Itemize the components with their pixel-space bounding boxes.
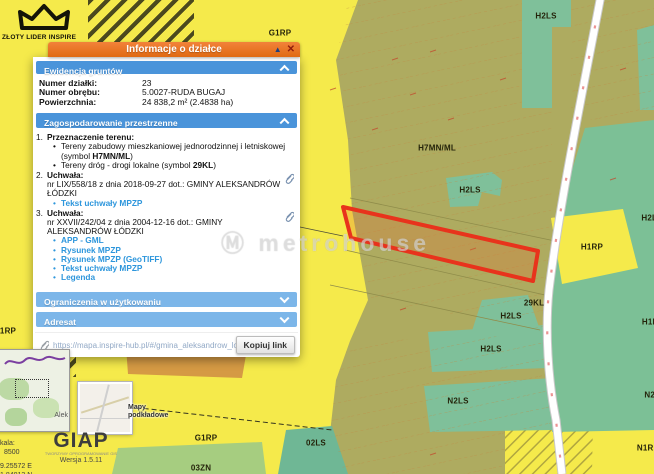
overview-minimap[interactable]: Alek bbox=[0, 349, 70, 432]
giap-logo: GIAP TWORZYMY OPROGRAMOWANIE GIS Wersja … bbox=[44, 431, 118, 465]
zone-label: 02LS bbox=[306, 439, 326, 448]
chevron-up-icon bbox=[280, 118, 290, 128]
parcel-info-popup: Informacje o działce ▲ ✕ Ewidencja grunt… bbox=[33, 42, 300, 357]
popup-title: Informacje o działce bbox=[48, 42, 300, 57]
ewidencja-fields: Numer działki: 23 Numer obrębu: 5.0027-R… bbox=[35, 76, 298, 111]
zone-label: H2LS bbox=[500, 312, 521, 321]
item-body: nr LIX/558/18 z dnia 2018-09-27 dot.: GM… bbox=[47, 180, 288, 198]
item-number: 3. bbox=[36, 209, 43, 218]
share-url-text: https://mapa.inspire-hub.pl/#/gmina_alek… bbox=[53, 341, 248, 350]
minimap-boundary-line bbox=[0, 350, 69, 380]
section-header-ewidencja[interactable]: Ewidencja gruntów bbox=[36, 61, 297, 74]
field-powierzchnia: Powierzchnia: 24 838,2 m² (2.4838 ha) bbox=[39, 98, 294, 107]
item-number: 1. bbox=[36, 133, 43, 142]
basemap-switcher-label: Mapy podkładowe bbox=[128, 404, 178, 420]
attachment-link-icon[interactable] bbox=[284, 210, 294, 222]
minimap-green-area bbox=[5, 408, 27, 426]
zone-label: N1RP bbox=[637, 444, 654, 453]
zone-label: H1RP bbox=[642, 318, 654, 327]
section-header-ograniczenia[interactable]: Ograniczenia w użytkowaniu bbox=[36, 292, 297, 307]
item-number: 2. bbox=[36, 171, 43, 180]
section-header-adresat[interactable]: Adresat bbox=[36, 312, 297, 327]
popup-body: Ewidencja gruntów Numer działki: 23 Nume… bbox=[33, 57, 300, 357]
zone-label: N2LS bbox=[644, 391, 654, 400]
attachment-link-icon[interactable] bbox=[284, 172, 294, 184]
zone-label: H2LS bbox=[535, 12, 556, 21]
bullet-line: Tereny dróg - drogi lokalne (symbol 29KL… bbox=[47, 161, 288, 170]
list-item-uchwala-2: 2. Uchwała: nr LIX/558/18 z dnia 2018-09… bbox=[47, 171, 288, 208]
popup-header[interactable]: Informacje o działce ▲ ✕ bbox=[48, 42, 300, 57]
chevron-down-icon bbox=[280, 293, 290, 303]
zagospodarowanie-list: 1. Przeznaczenie terenu: Tereny zabudowy… bbox=[35, 130, 298, 287]
list-item-przeznaczenie: 1. Przeznaczenie terenu: Tereny zabudowy… bbox=[47, 133, 288, 170]
field-value: 24 838,2 m² (2.4838 ha) bbox=[142, 98, 233, 107]
chevron-down-icon bbox=[280, 313, 290, 323]
zone-label: G1RP bbox=[269, 29, 292, 38]
section-header-zagospodarowanie[interactable]: Zagospodarowanie przestrzenne bbox=[36, 113, 297, 128]
bullet-line: Tereny zabudowy mieszkaniowej jednorodzi… bbox=[47, 142, 288, 160]
bullet-text: Tereny dróg - drogi lokalne (symbol bbox=[61, 160, 193, 170]
scale-label: kala: bbox=[0, 439, 32, 448]
zone-label: N2LS bbox=[447, 397, 468, 406]
section-title: Ewidencja gruntów bbox=[36, 66, 122, 76]
list-item-uchwala-3: 3. Uchwała: nr XXVII/242/04 z dnia 2004-… bbox=[47, 209, 288, 283]
close-popup-icon[interactable]: ✕ bbox=[287, 44, 295, 55]
basemap-switcher-thumbnail[interactable] bbox=[78, 382, 132, 434]
section-title: Ograniczenia w użytkowaniu bbox=[36, 297, 161, 307]
scale-and-coordinates: kala: 8500 9.25572 E 1.84013 N bbox=[0, 439, 32, 474]
section-title: Zagospodarowanie przestrzenne bbox=[36, 118, 178, 128]
scale-value: 8500 bbox=[0, 448, 32, 457]
map-application: G1RP H2LS H7MN/ML H2LS H2LS H1RP 29KL H2… bbox=[0, 0, 654, 474]
zone-label: H1RP bbox=[581, 243, 603, 252]
zloty-lider-inspire-badge: ZŁOTY LIDER INSPIRE bbox=[0, 0, 90, 44]
item-body: nr XXVII/242/04 z dnia 2004-12-16 dot.: … bbox=[47, 218, 288, 236]
field-label: Powierzchnia: bbox=[39, 98, 142, 107]
zone-label: G1RP bbox=[195, 434, 218, 443]
coordinate-east: 9.25572 E bbox=[0, 462, 32, 471]
link-text[interactable]: Legenda bbox=[61, 272, 95, 282]
minimap-city-label: Alek bbox=[54, 412, 68, 419]
zone-label: H7MN/ML bbox=[418, 144, 456, 153]
zone-label: H2LS bbox=[459, 186, 480, 195]
chevron-up-icon bbox=[280, 64, 290, 74]
hatched-area-top bbox=[88, 0, 194, 44]
collapse-popup-icon[interactable]: ▲ bbox=[274, 45, 282, 54]
link-text[interactable]: Tekst uchwały MPZP bbox=[61, 198, 142, 208]
copy-link-button[interactable]: Kopiuj link bbox=[236, 336, 295, 354]
zone-label: 03ZN bbox=[191, 464, 211, 473]
zone-label: 29KL bbox=[524, 299, 544, 308]
zone-label: 1RP bbox=[0, 327, 16, 336]
zone-label: H2LS bbox=[480, 345, 501, 354]
badge-text: ZŁOTY LIDER INSPIRE bbox=[2, 34, 76, 41]
document-link[interactable]: Legenda bbox=[47, 273, 288, 282]
popup-footer: https://mapa.inspire-hub.pl/#/gmina_alek… bbox=[35, 332, 298, 357]
thumbnail-road bbox=[80, 418, 130, 419]
crown-icon bbox=[0, 0, 90, 34]
giap-logo-text: GIAP bbox=[44, 431, 118, 451]
document-link[interactable]: Tekst uchwały MPZP bbox=[47, 199, 288, 208]
giap-version: Wersja 1.5.11 bbox=[44, 456, 118, 465]
zone-label: H2LS bbox=[641, 214, 654, 223]
section-title: Adresat bbox=[36, 317, 76, 327]
bullet-text: ) bbox=[213, 160, 216, 170]
minimap-extent-rectangle[interactable] bbox=[15, 379, 49, 398]
bullet-symbol: 29KL bbox=[193, 160, 213, 170]
